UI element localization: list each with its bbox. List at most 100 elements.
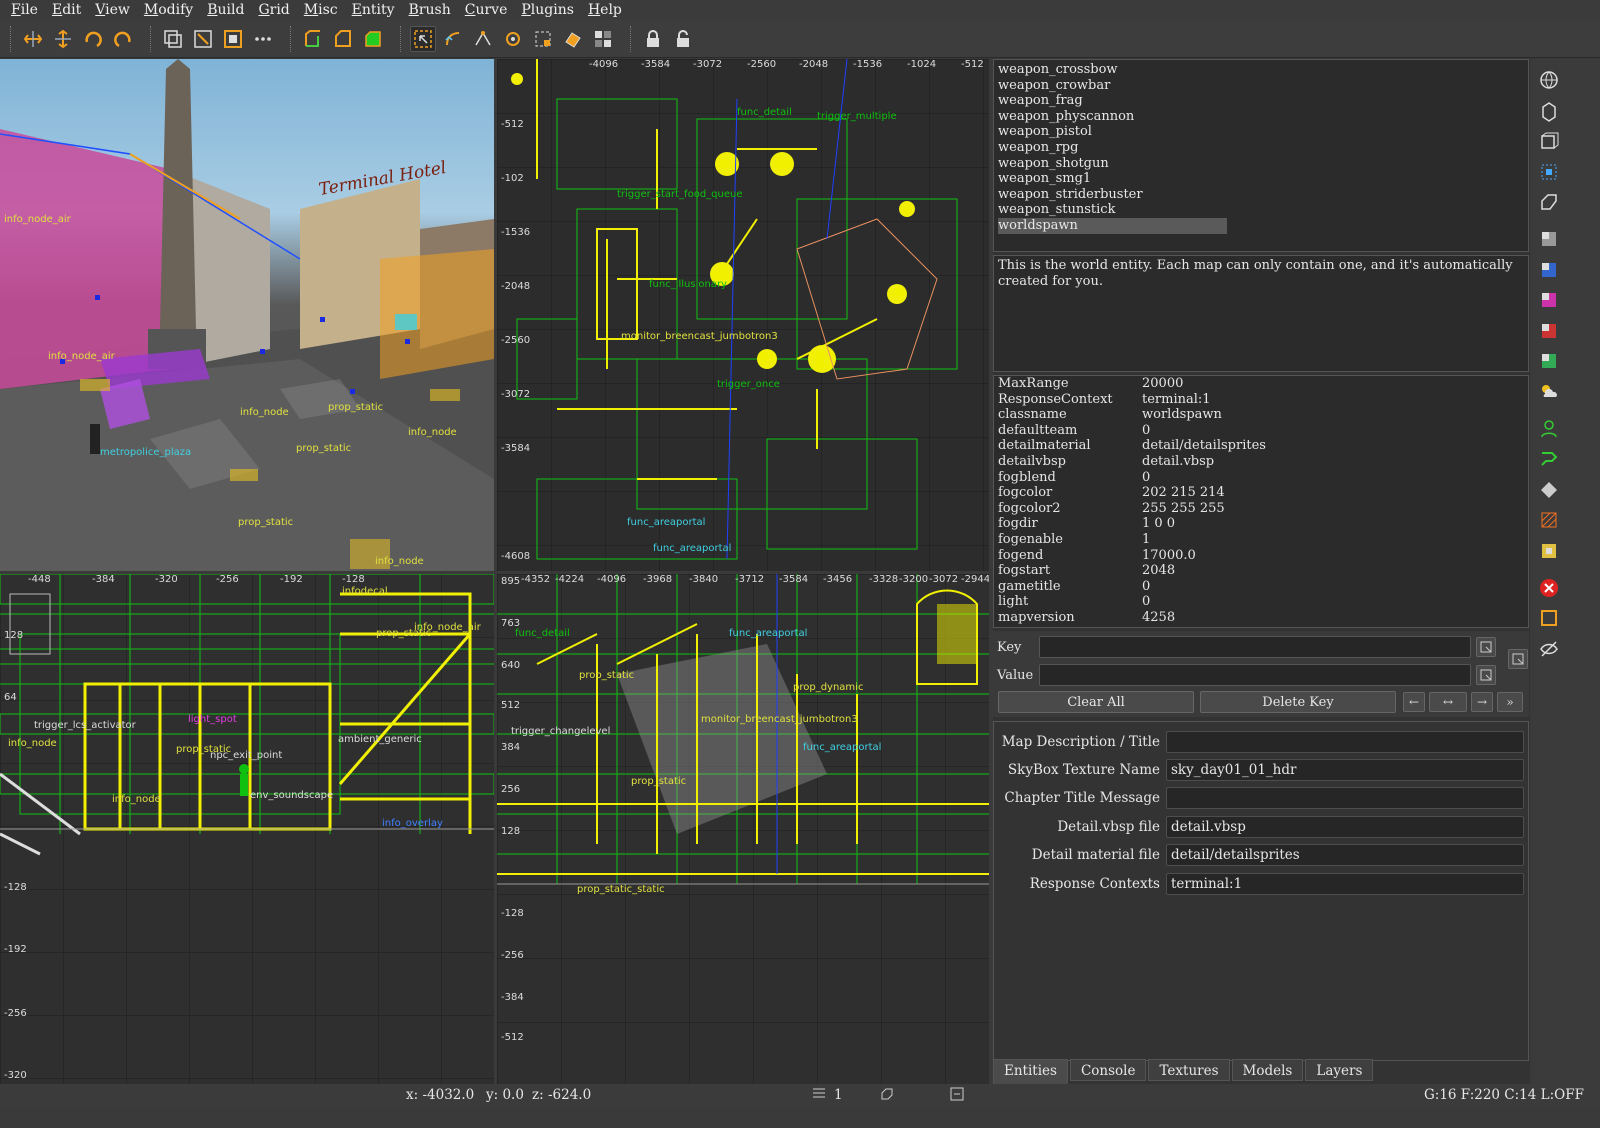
keyvalue-row[interactable]: fogcolor 202 215 214 (998, 485, 1524, 501)
keyvalue-row[interactable]: fogenable 1 (998, 532, 1524, 548)
flip-horizontal-icon[interactable] (20, 26, 46, 52)
texture-blue-icon[interactable] (1536, 257, 1562, 283)
diamond-icon[interactable] (1536, 477, 1562, 503)
select-complete-icon[interactable] (220, 26, 246, 52)
entity-class-item[interactable]: weapon_frag (998, 93, 1524, 109)
entity-class-item[interactable]: weapon_crowbar (998, 78, 1524, 94)
path-icon[interactable] (1536, 446, 1562, 472)
keyvalue-row[interactable]: detailvbsp detail.vbsp (998, 454, 1524, 470)
keyvalue-row[interactable]: fogcolor2 255 255 255 (998, 501, 1524, 517)
rotate-y-icon[interactable] (110, 26, 136, 52)
weather-icon[interactable] (1536, 379, 1562, 405)
drag-vertex-icon[interactable] (470, 26, 496, 52)
menu-edit[interactable]: Edit (45, 2, 88, 18)
delete-key-button[interactable]: Delete Key (1200, 691, 1396, 713)
keyvalue-row[interactable]: fogstart 2048 (998, 563, 1524, 579)
value-input[interactable] (1039, 664, 1471, 686)
bounds-icon[interactable] (1536, 605, 1562, 631)
keyvalue-row[interactable]: mapversion 4258 (998, 610, 1524, 626)
hide-icon[interactable] (1536, 636, 1562, 662)
menu-entity[interactable]: Entity (345, 2, 402, 18)
menu-plugins[interactable]: Plugins (514, 2, 581, 18)
selection-cube-icon[interactable] (1536, 159, 1562, 185)
clear-all-button[interactable]: Clear All (998, 691, 1194, 713)
entity-class-item[interactable]: weapon_rpg (998, 140, 1524, 156)
keyvalue-table[interactable]: MaxRange 20000 ResponseContext terminal:1 cl… (993, 375, 1529, 628)
texture-pink-icon[interactable] (1536, 287, 1562, 313)
entity-class-item[interactable]: weapon_pistol (998, 124, 1524, 140)
smartedit-input[interactable]: detail/detailsprites (1166, 844, 1524, 866)
entity-class-item[interactable]: weapon_stunstick (998, 202, 1524, 218)
key-input[interactable] (1039, 636, 1471, 658)
fast-forward-icon[interactable]: » (1497, 692, 1523, 712)
scale-icon[interactable] (530, 26, 556, 52)
decal-icon[interactable] (1536, 538, 1562, 564)
keyvalue-row[interactable]: fogend 17000.0 (998, 548, 1524, 564)
keyvalue-row[interactable]: gametitle 0 (998, 579, 1524, 595)
drag-edge-icon[interactable] (500, 26, 526, 52)
flip-vertical-icon[interactable] (50, 26, 76, 52)
texture-grey-icon[interactable] (1536, 226, 1562, 252)
stop-icon[interactable] (1536, 575, 1562, 601)
keyvalue-row[interactable]: detailmaterial detail/detailsprites (998, 438, 1524, 454)
clone-icon[interactable] (160, 26, 186, 52)
entity-class-item[interactable]: weapon_physcannon (998, 109, 1524, 125)
arrow-left-icon[interactable]: ← (1403, 692, 1425, 712)
menu-grid[interactable]: Grid (251, 2, 296, 18)
menu-modify[interactable]: Modify (137, 2, 200, 18)
menu-help[interactable]: Help (581, 2, 629, 18)
hatch-icon[interactable] (1536, 507, 1562, 533)
smartedit-input[interactable]: sky_day01_01_hdr (1166, 759, 1524, 781)
entity-class-item[interactable]: weapon_smg1 (998, 171, 1524, 187)
keyvalue-row[interactable]: ResponseContext terminal:1 (998, 392, 1524, 408)
menu-brush[interactable]: Brush (402, 2, 458, 18)
select-inside-icon[interactable] (190, 26, 216, 52)
top-viewport[interactable]: -4096 -3584 -3072 -2560 -2048 -1536 -102… (497, 59, 989, 571)
entity-class-item[interactable]: worldspawn (998, 217, 1227, 234)
rotate-x-icon[interactable] (80, 26, 106, 52)
player-icon[interactable] (1536, 416, 1562, 442)
cube-outline-icon[interactable] (1536, 128, 1562, 154)
keyvalue-row[interactable]: fogdir 1 0 0 (998, 516, 1524, 532)
front-viewport[interactable]: -4352 -4224 -4096 -3968 -3840 -3712 -358… (497, 574, 989, 1084)
keyvalue-row[interactable]: classname worldspawn (998, 407, 1524, 423)
tab-entities[interactable]: Entities (993, 1059, 1068, 1084)
globe-icon[interactable] (1536, 67, 1562, 93)
menu-file[interactable]: File (4, 2, 45, 18)
cube-icon[interactable] (1536, 98, 1562, 124)
key-browse-icon[interactable] (1476, 637, 1496, 657)
texture-tool-icon[interactable] (590, 26, 616, 52)
menu-view[interactable]: View (88, 2, 137, 18)
entity-class-item[interactable]: weapon_shotgun (998, 156, 1524, 172)
smartedit-input[interactable]: detail.vbsp (1166, 816, 1524, 838)
menu-build[interactable]: Build (200, 2, 251, 18)
value-browse-icon[interactable] (1476, 665, 1496, 685)
keyvalue-row[interactable]: fogblend 0 (998, 470, 1524, 486)
smartedit-input[interactable] (1166, 787, 1524, 809)
menu-misc[interactable]: Misc (297, 2, 345, 18)
entity-class-item[interactable]: weapon_striderbuster (998, 187, 1524, 203)
arrow-right-icon[interactable]: → (1471, 692, 1493, 712)
pick-entity-icon[interactable] (1508, 649, 1528, 669)
texture-red-icon[interactable] (1536, 318, 1562, 344)
texture-green-icon[interactable] (1536, 348, 1562, 374)
menu-curve[interactable]: Curve (458, 2, 515, 18)
entity-class-item[interactable]: weapon_crossbow (998, 62, 1524, 78)
texture-lock-icon[interactable] (560, 26, 586, 52)
tab-console[interactable]: Console (1069, 1059, 1147, 1081)
smartedit-input[interactable] (1166, 731, 1524, 753)
tab-textures[interactable]: Textures (1148, 1059, 1230, 1081)
lock-icon[interactable] (640, 26, 666, 52)
keyvalue-row[interactable]: light 0 (998, 594, 1524, 610)
arrow-both-icon[interactable]: ↔ (1429, 692, 1467, 712)
select-mode-icon[interactable] (410, 25, 436, 52)
patch-icon[interactable] (1536, 189, 1562, 215)
toolbar-grip[interactable] (10, 25, 12, 52)
unlock-icon[interactable] (670, 26, 696, 52)
camera-viewport[interactable]: Terminal Hotel info_node_air info_node_a… (0, 59, 494, 571)
keyvalue-row[interactable]: MaxRange 20000 (998, 376, 1524, 392)
entity-class-list[interactable]: weapon_crossbow weapon_crowbar weapon_frag… (993, 59, 1529, 252)
csg-merge-icon[interactable] (360, 26, 386, 52)
tab-layers[interactable]: Layers (1305, 1059, 1374, 1081)
csg-subtract-icon[interactable] (330, 26, 356, 52)
